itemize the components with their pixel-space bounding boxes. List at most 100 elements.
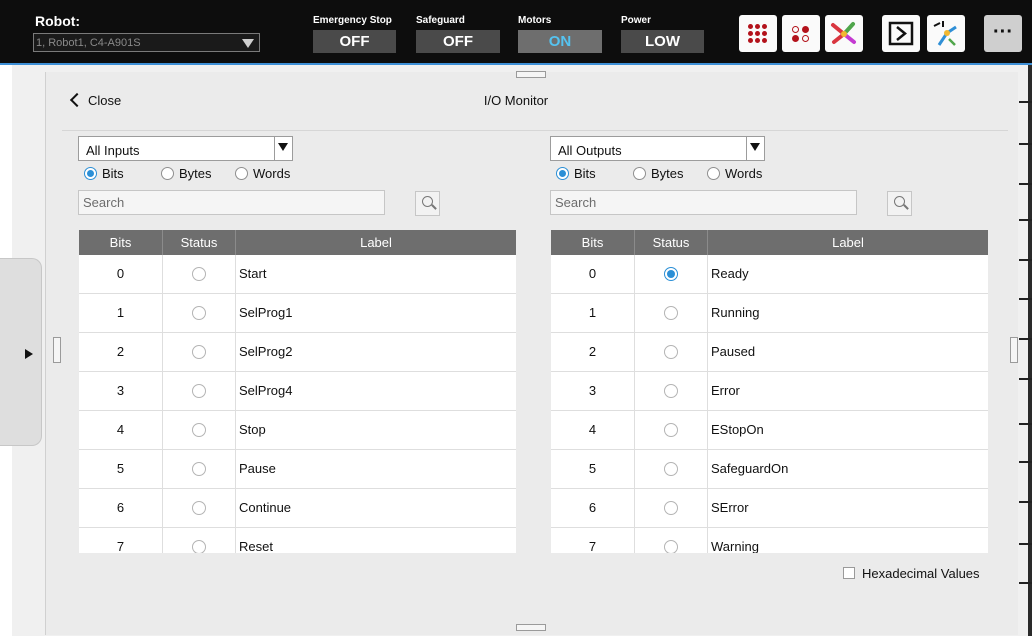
io-label: Error (711, 383, 740, 398)
status-indicator (664, 384, 678, 398)
radio-button[interactable] (556, 167, 569, 180)
col-status: Status (163, 230, 236, 255)
outputs-view-mode: Bits Bytes Words (556, 166, 816, 184)
io-label: Ready (711, 266, 749, 281)
status-value: LOW (621, 30, 704, 53)
inputs-table: Bits Status Label 0 Start 1 SelProg1 2 SelPro… (79, 230, 516, 553)
status-cell (635, 255, 708, 294)
expand-arrow-icon[interactable] (25, 349, 33, 359)
bit-number: 7 (551, 528, 635, 553)
table-row: 1 SelProg1 (79, 294, 516, 333)
robot-label: Robot: (35, 13, 81, 29)
bit-number: 3 (551, 372, 635, 411)
status-title: Motors (518, 15, 552, 26)
io-label: Stop (239, 422, 266, 437)
bit-number: 6 (551, 489, 635, 528)
inputs-search-button[interactable] (415, 191, 440, 216)
status-cell (163, 450, 236, 489)
radio-button[interactable] (235, 167, 248, 180)
table-row: 1 Running (551, 294, 988, 333)
jog-icon[interactable] (927, 15, 965, 52)
col-bits: Bits (79, 230, 163, 255)
status-cell (635, 333, 708, 372)
io-dots-large-icon[interactable] (739, 15, 777, 52)
io-label: Pause (239, 461, 276, 476)
col-label: Label (832, 235, 864, 250)
ruler-tick (1019, 259, 1032, 261)
table-row: 6 Continue (79, 489, 516, 528)
status-cell (635, 528, 708, 553)
radio-label: Bits (574, 166, 596, 181)
status-cell (635, 372, 708, 411)
status-indicator (192, 267, 206, 281)
radio-button[interactable] (161, 167, 174, 180)
radio-button[interactable] (84, 167, 97, 180)
table-row: 2 Paused (551, 333, 988, 372)
safeguard-status: Safeguard OFF (416, 15, 500, 53)
ruler-tick (1019, 582, 1032, 584)
bit-number: 4 (551, 411, 635, 450)
status-indicator (192, 540, 206, 553)
hex-values-checkbox[interactable] (843, 567, 855, 579)
status-indicator (192, 423, 206, 437)
table-row: 4 Stop (79, 411, 516, 450)
inputs-selector[interactable]: All Inputs (78, 136, 293, 161)
status-indicator (664, 267, 678, 281)
inputs-selector-value: All Inputs (86, 143, 140, 158)
outputs-table: Bits Status Label 0 Ready 1 Running 2 Paused 3… (551, 230, 988, 553)
io-label: Warning (711, 539, 759, 553)
io-label: SafeguardOn (711, 461, 789, 476)
io-label: Start (239, 266, 267, 281)
status-title: Power (621, 15, 652, 26)
ruler-tick (1019, 338, 1032, 340)
bit-number: 6 (79, 489, 163, 528)
table-row: 7 Warning (551, 528, 988, 553)
ruler-tick (1019, 461, 1032, 463)
bit-number: 0 (551, 255, 635, 294)
io-label: Continue (239, 500, 292, 515)
ruler-tick (1019, 219, 1032, 221)
status-indicator (192, 384, 206, 398)
status-indicator (664, 501, 678, 515)
radio-button[interactable] (633, 167, 646, 180)
robot-select-value: 1, Robot1, C4-A901S (36, 37, 141, 49)
status-indicator (664, 540, 678, 553)
io-label: Paused (711, 344, 756, 359)
status-indicator (664, 462, 678, 476)
status-indicator (664, 423, 678, 437)
status-value: ON (518, 30, 602, 53)
outputs-search-input[interactable] (550, 190, 857, 215)
bit-number: 5 (79, 450, 163, 489)
ruler-tick (1019, 423, 1032, 425)
run-window-icon[interactable] (882, 15, 920, 52)
status-cell (163, 255, 236, 294)
bottom-resize-handle[interactable] (516, 624, 546, 631)
bit-number: 4 (79, 411, 163, 450)
status-cell (163, 528, 236, 553)
side-drawer-tab[interactable] (0, 258, 42, 446)
outputs-selector[interactable]: All Outputs (550, 136, 765, 161)
io-label: SelProg1 (239, 305, 293, 320)
radio-button[interactable] (707, 167, 720, 180)
status-cell (635, 294, 708, 333)
status-indicator (192, 306, 206, 320)
top-resize-handle[interactable] (516, 71, 546, 78)
panel-title: I/O Monitor (483, 93, 549, 108)
power-status: Power LOW (621, 15, 704, 53)
bit-number: 7 (79, 528, 163, 553)
robot-arm-icon[interactable] (825, 15, 863, 52)
right-resize-handle[interactable] (1010, 337, 1018, 363)
left-resize-handle[interactable] (53, 337, 61, 363)
outputs-search-button[interactable] (887, 191, 912, 216)
inputs-search-input[interactable] (78, 190, 385, 215)
outputs-selector-value: All Outputs (558, 143, 622, 158)
status-indicator (664, 306, 678, 320)
robot-select[interactable]: 1, Robot1, C4-A901S (33, 33, 260, 52)
ruler-tick (1019, 183, 1032, 185)
more-icon[interactable]: ··· (984, 15, 1022, 52)
table-header: Bits Status Label (79, 230, 516, 255)
status-value: OFF (416, 30, 500, 53)
io-label: Running (711, 305, 760, 320)
io-dots-small-icon[interactable] (782, 15, 820, 52)
hex-values-label[interactable]: Hexadecimal Values (862, 566, 980, 581)
